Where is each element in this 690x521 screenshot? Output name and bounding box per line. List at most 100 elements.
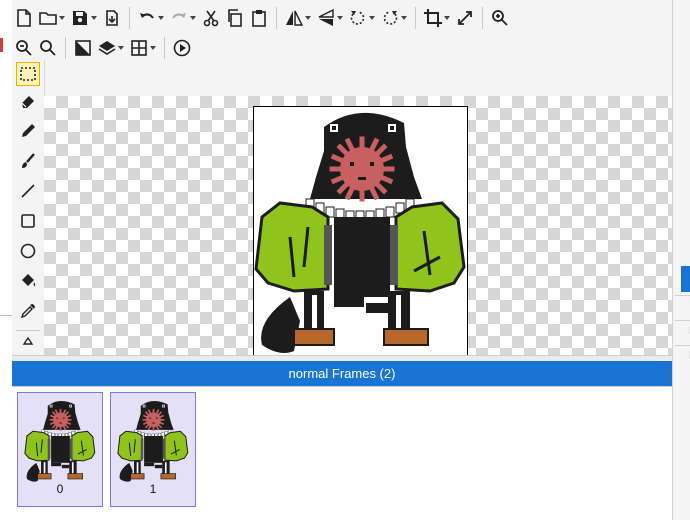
frame-thumbnail-image <box>24 400 96 483</box>
eraser-tool[interactable] <box>16 89 40 113</box>
chevron-down-icon <box>369 15 375 20</box>
eraser-icon <box>21 96 34 108</box>
paste-button[interactable] <box>247 5 271 31</box>
properties-row: I <box>675 295 690 315</box>
toolbar-separator <box>65 37 66 59</box>
flip-horizontal-button[interactable] <box>282 5 314 31</box>
chevron-down-icon <box>118 45 124 50</box>
line-icon <box>21 184 35 198</box>
rotate-right-icon <box>383 11 398 25</box>
rotate-left-button[interactable] <box>346 5 378 31</box>
properties-panel-header <box>681 266 690 292</box>
toolbar-separator <box>129 7 130 29</box>
chevron-down-icon <box>158 15 164 20</box>
save-button[interactable] <box>68 5 100 31</box>
new-file-icon <box>17 9 31 27</box>
frame-thumbnail-0[interactable]: 0 <box>17 392 103 507</box>
pencil-icon <box>22 124 35 137</box>
more-tools-tool[interactable] <box>16 330 40 351</box>
character-sprite <box>254 107 467 355</box>
undo-button[interactable] <box>135 5 167 31</box>
fill-bucket-tool[interactable] <box>16 269 40 293</box>
zoom-in-button[interactable] <box>488 5 512 31</box>
zoom-in-icon <box>492 10 508 26</box>
layers-icon <box>98 41 116 55</box>
toolbar-row-2 <box>12 33 194 63</box>
ellipse-tool[interactable] <box>16 239 40 263</box>
save-icon <box>73 11 87 25</box>
frames-panel: 0 1 <box>12 386 672 521</box>
chevron-down-icon <box>150 45 156 50</box>
toolbar-separator <box>482 7 483 29</box>
chevron-down-icon <box>190 15 196 20</box>
play-icon <box>173 39 191 57</box>
toolbar-separator <box>276 7 277 29</box>
eyedropper-icon <box>20 304 35 319</box>
chevron-down-icon <box>401 15 407 20</box>
properties-row: D <box>675 320 690 340</box>
left-edge-marker <box>0 38 3 52</box>
ellipse-icon <box>20 243 36 259</box>
select-rectangle-tool[interactable] <box>16 62 40 86</box>
flip-horizontal-icon <box>286 10 304 26</box>
rotate-right-button[interactable] <box>378 5 410 31</box>
open-folder-button[interactable] <box>36 5 68 31</box>
canvas-top-margin <box>44 60 672 96</box>
frame-thumbnail-1[interactable]: 1 <box>110 392 196 507</box>
color-mode-button[interactable] <box>71 35 95 61</box>
copy-icon <box>228 9 242 27</box>
tool-palette <box>12 60 45 355</box>
drawing-canvas[interactable] <box>44 96 672 355</box>
cut-button[interactable] <box>199 5 223 31</box>
layers-button[interactable] <box>95 35 127 61</box>
copy-button[interactable] <box>223 5 247 31</box>
export-icon <box>106 10 118 26</box>
properties-panel: I D N I <box>672 0 690 520</box>
line-tool[interactable] <box>16 179 40 203</box>
grid-button[interactable] <box>127 35 159 61</box>
cut-icon <box>203 10 219 27</box>
resize-button[interactable] <box>453 5 477 31</box>
pencil-tool[interactable] <box>16 119 40 143</box>
toolbar-row-1 <box>12 3 512 33</box>
frames-panel-title: normal Frames (2) <box>288 366 396 381</box>
eyedropper-tool[interactable] <box>16 299 40 323</box>
properties-row: I <box>675 362 690 382</box>
crop-icon <box>424 9 442 27</box>
brush-tool[interactable] <box>16 149 40 173</box>
open-folder-icon <box>39 12 57 25</box>
zoom-out-button[interactable] <box>36 35 60 61</box>
crop-button[interactable] <box>421 5 453 31</box>
frame-thumbnail-image <box>117 400 189 483</box>
rotate-left-icon <box>350 11 365 25</box>
zoom-fit-button[interactable] <box>12 35 36 61</box>
zoom-out-icon <box>40 40 56 56</box>
paste-icon <box>252 10 266 27</box>
export-button[interactable] <box>100 5 124 31</box>
color-mode-icon <box>75 40 91 56</box>
rectangle-icon <box>21 214 35 228</box>
play-button[interactable] <box>170 35 194 61</box>
frame-label: 1 <box>149 482 157 496</box>
grid-icon <box>131 40 147 56</box>
chevron-down-icon <box>337 15 343 20</box>
redo-button[interactable] <box>167 5 199 31</box>
flip-vertical-button[interactable] <box>314 5 346 31</box>
new-file-button[interactable] <box>12 5 36 31</box>
toolbar-separator <box>164 37 165 59</box>
undo-icon <box>140 13 154 19</box>
redo-icon <box>172 13 186 19</box>
chevron-down-icon <box>91 15 97 20</box>
left-edge-divider <box>0 315 12 316</box>
main-toolbar <box>12 0 672 60</box>
brush-icon <box>22 153 35 168</box>
sprite-canvas[interactable] <box>253 106 468 355</box>
chevron-down-icon <box>444 15 450 20</box>
rectangle-tool[interactable] <box>16 209 40 233</box>
chevron-down-icon <box>305 15 311 20</box>
properties-panel-top <box>673 0 690 262</box>
frames-panel-header: normal Frames (2) <box>12 361 672 386</box>
select-rectangle-icon <box>20 67 36 81</box>
more-tools-icon <box>22 336 34 345</box>
resize-icon <box>458 11 472 25</box>
